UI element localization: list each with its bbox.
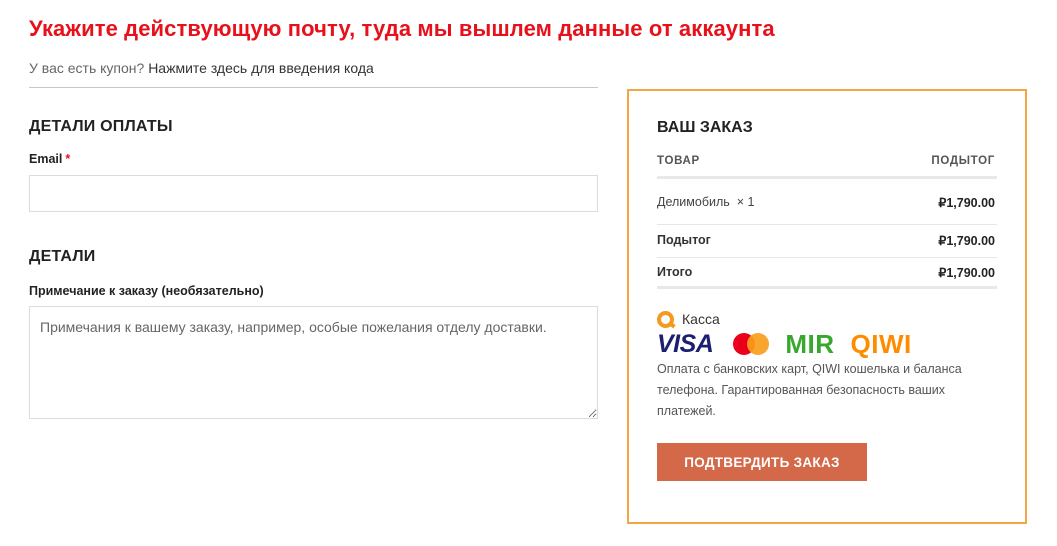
coupon-divider (29, 87, 598, 88)
mastercard-logo (733, 333, 770, 355)
column-header-subtotal: ПОДЫТОГ (931, 155, 995, 167)
total-value: ₽1,790.00 (938, 266, 995, 280)
visa-logo: VISA (657, 329, 714, 358)
email-label: Email * (29, 152, 70, 166)
details-title: ДЕТАЛИ (29, 248, 96, 265)
subtotal-value: ₽1,790.00 (938, 234, 995, 248)
qiwi-logo: QIWI (850, 328, 912, 359)
order-item-name: Делимобиль × 1 (657, 195, 754, 209)
place-order-button[interactable]: ПОДТВЕРДИТЬ ЗАКАЗ (657, 443, 867, 481)
coupon-notice: У вас есть купон? Нажмите здесь для введ… (29, 60, 374, 76)
table-footer-divider (657, 286, 997, 289)
payment-provider-name: Касса (682, 311, 720, 327)
mir-logo: MIR (785, 328, 835, 359)
billing-details-title: ДЕТАЛИ ОПЛАТЫ (29, 118, 173, 135)
email-label-text: Email (29, 152, 63, 166)
email-field[interactable] (29, 175, 598, 212)
coupon-prompt: У вас есть купон? (29, 60, 145, 76)
required-mark: * (65, 152, 71, 166)
product-name: Делимобиль (657, 195, 730, 209)
order-notes-field[interactable] (29, 306, 598, 419)
payment-description: Оплата с банковских карт, QIWI кошелька … (657, 362, 962, 418)
kassa-logo-icon (657, 310, 674, 328)
table-header-divider (657, 176, 997, 179)
payment-provider[interactable]: Касса (657, 310, 720, 328)
row-divider (657, 224, 997, 225)
order-summary-title: ВАШ ЗАКАЗ (657, 119, 753, 136)
order-item-price: ₽1,790.00 (938, 196, 995, 210)
coupon-link[interactable]: Нажмите здесь для введения кода (148, 60, 374, 76)
order-summary-box: ВАШ ЗАКАЗ ТОВАР ПОДЫТОГ Делимобиль × 1 ₽… (627, 89, 1027, 524)
row-divider (657, 257, 997, 258)
column-header-product: ТОВАР (657, 155, 700, 167)
page-headline: Укажите действующую почту, туда мы вышле… (29, 16, 775, 41)
subtotal-label: Подытог (657, 233, 711, 247)
payment-logos: VISA MIR QIWI (657, 328, 912, 359)
product-quantity: × 1 (736, 195, 755, 209)
order-notes-label: Примечание к заказу (необязательно) (29, 284, 264, 298)
total-label: Итого (657, 265, 693, 279)
